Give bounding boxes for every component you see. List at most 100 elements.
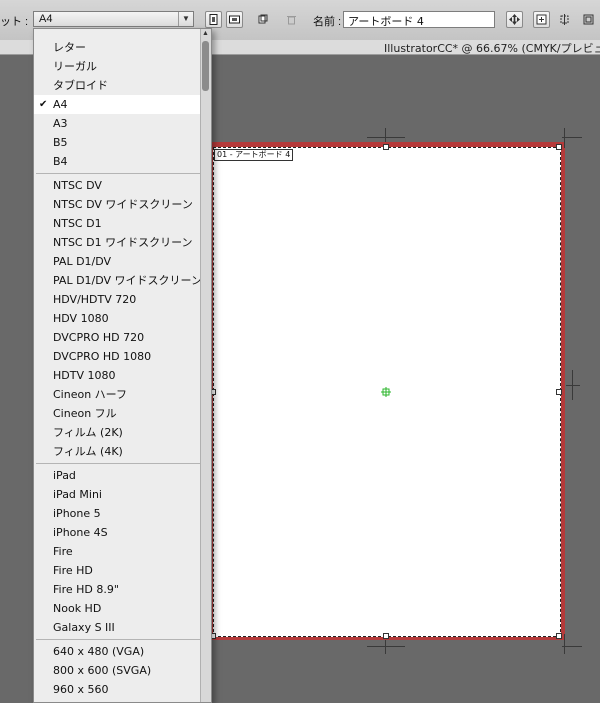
menu-item[interactable]: iPad Mini: [34, 485, 202, 504]
chevron-down-icon[interactable]: ▼: [178, 12, 193, 26]
menu-item-label: Nook HD: [53, 602, 102, 615]
resize-handle-top[interactable]: [383, 144, 389, 150]
menu-item-label: iPhone 5: [53, 507, 101, 520]
menu-item[interactable]: iPad: [34, 466, 202, 485]
menu-item-label: フィルム (2K): [53, 426, 123, 439]
checkmark-icon: ✔: [39, 99, 48, 110]
menu-item-label: Fire: [53, 545, 73, 558]
resize-handle-top-right[interactable]: [556, 144, 562, 150]
menu-item-label: B4: [53, 155, 68, 168]
menu-item-label: A4: [53, 98, 68, 111]
menu-item-label: Cineon ハーフ: [53, 388, 128, 401]
menu-item[interactable]: 640 x 480 (VGA): [34, 642, 202, 661]
menu-item[interactable]: NTSC D1 ワイドスクリーン: [34, 233, 202, 252]
menu-item[interactable]: HDTV 1080: [34, 366, 202, 385]
portrait-icon: [209, 14, 218, 25]
menu-item[interactable]: フィルム (4K): [34, 442, 202, 461]
menu-item[interactable]: B5: [34, 133, 202, 152]
menu-item[interactable]: レター: [34, 38, 202, 57]
menu-item-label: iPad Mini: [53, 488, 102, 501]
menu-item-label: フィルム (4K): [53, 445, 123, 458]
menu-item[interactable]: 960 x 560: [34, 680, 202, 699]
resize-handle-bottom[interactable]: [383, 633, 389, 639]
menu-item-label: PAL D1/DV ワイドスクリーン: [53, 274, 203, 287]
menu-item[interactable]: Cineon ハーフ: [34, 385, 202, 404]
menu-item[interactable]: リーガル: [34, 57, 202, 76]
menu-item[interactable]: DVCPRO HD 720: [34, 328, 202, 347]
menu-item-label: NTSC D1 ワイドスクリーン: [53, 236, 193, 249]
name-label: 名前 :: [313, 16, 342, 28]
menu-item[interactable]: Cineon フル: [34, 404, 202, 423]
menu-item-label: DVCPRO HD 720: [53, 331, 145, 344]
scrollbar-thumb[interactable]: [202, 41, 209, 91]
menu-item[interactable]: NTSC D1: [34, 214, 202, 233]
menu-item-label: 960 x 560: [53, 683, 109, 696]
menu-item[interactable]: iPhone 4S: [34, 523, 202, 542]
menu-item[interactable]: B4: [34, 152, 202, 171]
menu-item-label: NTSC DV: [53, 179, 102, 192]
crop-mark-bottom: [385, 640, 386, 654]
scroll-up-arrow-icon[interactable]: ▲: [202, 30, 209, 37]
menu-scrollbar[interactable]: ▲: [200, 29, 211, 702]
crop-mark-tr-v: [564, 128, 565, 148]
landscape-orientation-button[interactable]: [226, 11, 243, 28]
preset-select-value: A4: [39, 13, 53, 25]
crop-mark-br-v: [564, 634, 565, 654]
portrait-orientation-button[interactable]: [205, 11, 222, 28]
menu-item[interactable]: PAL D1/DV ワイドスクリーン: [34, 271, 202, 290]
menu-item-label: PAL D1/DV: [53, 255, 112, 268]
crosshair-icon: [560, 14, 569, 25]
menu-item-label: レター: [53, 41, 86, 54]
resize-handle-bottom-right[interactable]: [556, 633, 562, 639]
show-center-mark-button[interactable]: [533, 11, 550, 28]
delete-artboard-button[interactable]: [283, 11, 300, 28]
crop-mark-bottom-h: [367, 646, 405, 647]
new-artboard-icon: [258, 14, 268, 24]
crop-mark-top-h: [367, 137, 405, 138]
show-video-safe-areas-button[interactable]: [580, 11, 597, 28]
show-cross-hairs-button[interactable]: [556, 11, 573, 28]
menu-separator: [36, 173, 200, 174]
menu-item[interactable]: Nook HD: [34, 599, 202, 618]
menu-item-label: HDV/HDTV 720: [53, 293, 137, 306]
trash-icon: [287, 16, 296, 25]
menu-item[interactable]: タブロイド: [34, 76, 202, 95]
crop-mark-right-v: [572, 370, 573, 400]
move-arrows-icon: [509, 14, 520, 25]
menu-item[interactable]: HDV 1080: [34, 309, 202, 328]
menu-item-label: HDV 1080: [53, 312, 109, 325]
menu-item[interactable]: HDV/HDTV 720: [34, 290, 202, 309]
menu-item[interactable]: ✔ A4: [34, 95, 202, 114]
menu-item[interactable]: A3: [34, 114, 202, 133]
artboard-name-input[interactable]: アートボード 4: [343, 11, 495, 28]
menu-item[interactable]: iPhone 5: [34, 504, 202, 523]
menu-item[interactable]: フィルム (2K): [34, 423, 202, 442]
menu-item-label: NTSC DV ワイドスクリーン: [53, 198, 193, 211]
menu-item-label: タブロイド: [53, 79, 108, 92]
preset-select[interactable]: A4 ▼: [33, 11, 194, 27]
menu-item-label: Fire HD 8.9": [53, 583, 119, 596]
crop-mark-tr-h: [562, 137, 582, 138]
menu-item-label: iPad: [53, 469, 76, 482]
menu-item[interactable]: Fire: [34, 542, 202, 561]
new-artboard-button[interactable]: [254, 11, 271, 28]
menu-item[interactable]: NTSC DV ワイドスクリーン: [34, 195, 202, 214]
center-mark-icon: [381, 387, 391, 397]
resize-handle-right[interactable]: [556, 389, 562, 395]
menu-item[interactable]: Galaxy S III: [34, 618, 202, 637]
menu-item[interactable]: 800 x 600 (SVGA): [34, 661, 202, 680]
menu-item[interactable]: PAL D1/DV: [34, 252, 202, 271]
document-title: IllustratorCC* @ 66.67% (CMYK/プレビュ: [384, 42, 600, 55]
preset-dropdown-menu[interactable]: レターリーガルタブロイド ✔ A4 A3 B5 B4 NTSC DV NTSC DV ワイドス…: [33, 28, 212, 703]
menu-item-label: リーガル: [53, 60, 97, 73]
menu-item[interactable]: Fire HD 8.9": [34, 580, 202, 599]
center-mark-icon: [536, 14, 547, 25]
menu-item[interactable]: DVCPRO HD 1080: [34, 347, 202, 366]
menu-item[interactable]: Fire HD: [34, 561, 202, 580]
menu-item-label: 640 x 480 (VGA): [53, 645, 145, 658]
menu-item[interactable]: NTSC DV: [34, 176, 202, 195]
move-copy-artwork-button[interactable]: [506, 11, 523, 28]
menu-item-label: A3: [53, 117, 68, 130]
menu-item-label: HDTV 1080: [53, 369, 116, 382]
menu-item-label: 800 x 600 (SVGA): [53, 664, 152, 677]
